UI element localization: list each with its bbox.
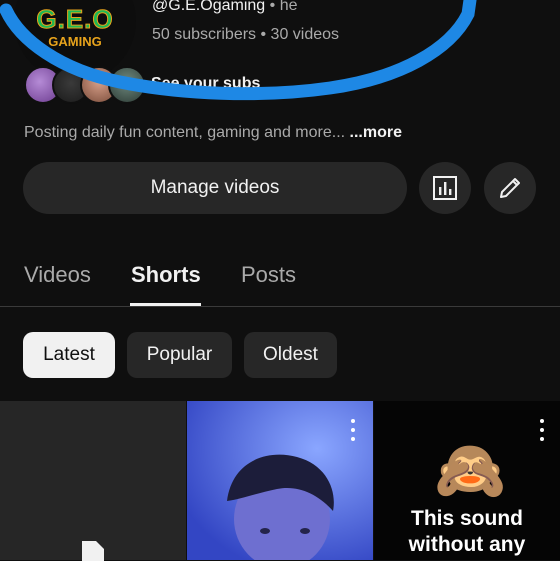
person-image <box>187 401 373 560</box>
tab-videos[interactable]: Videos <box>24 262 91 288</box>
handle-text: @G.E.Ogaming <box>152 0 266 14</box>
channel-stats: 50 subscribers • 30 videos <box>152 26 340 43</box>
manage-videos-button[interactable]: Manage videos <box>23 162 407 214</box>
logo-text: G.E.O <box>36 4 114 35</box>
filter-popular-chip[interactable]: Popular <box>127 332 232 378</box>
document-icon <box>82 541 104 561</box>
kebab-icon[interactable] <box>536 419 548 441</box>
more-link[interactable]: ...more <box>350 124 402 141</box>
tab-posts[interactable]: Posts <box>241 262 296 288</box>
subscriber-avatar <box>108 66 146 104</box>
filter-latest-chip[interactable]: Latest <box>23 332 115 378</box>
channel-description[interactable]: Posting daily fun content, gaming and mo… <box>24 124 402 142</box>
see-subscribers-link[interactable]: See your subs <box>151 75 260 93</box>
handle-suffix: he <box>279 0 298 14</box>
handle-separator: • <box>269 0 276 14</box>
filter-oldest-chip[interactable]: Oldest <box>244 332 337 378</box>
analytics-button[interactable] <box>419 162 471 214</box>
logo-subtext: GAMING <box>48 34 102 49</box>
caption-line-1: This sound <box>411 507 523 530</box>
tabs-divider <box>0 306 560 307</box>
tab-shorts[interactable]: Shorts <box>131 262 201 288</box>
short-thumbnail[interactable] <box>0 401 186 561</box>
subscriber-avatars[interactable] <box>24 66 146 104</box>
description-text: Posting daily fun content, gaming and mo… <box>24 124 346 141</box>
kebab-icon[interactable] <box>347 419 359 441</box>
channel-handle: @G.E.Ogaming • he <box>152 0 297 15</box>
edit-channel-button[interactable] <box>484 162 536 214</box>
bar-chart-icon <box>433 176 457 200</box>
see-no-evil-emoji: 🙈 <box>434 438 507 503</box>
short-thumbnail[interactable] <box>187 401 373 560</box>
caption-line-2: without any <box>408 533 526 556</box>
short-caption: This sound without any <box>374 506 560 558</box>
pencil-icon <box>500 178 520 198</box>
